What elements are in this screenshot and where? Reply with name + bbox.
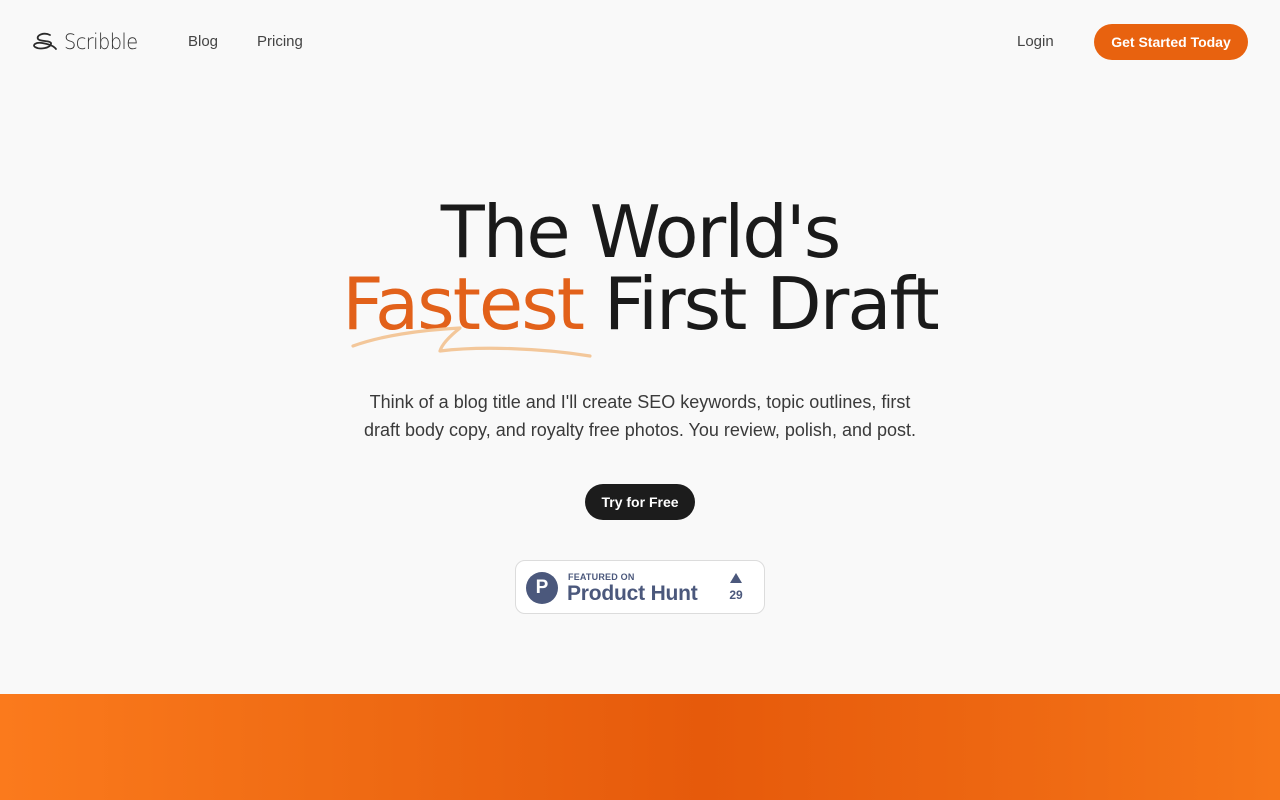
hero-subtitle-line2: draft body copy, and royalty free photos…	[363, 420, 916, 440]
product-hunt-featured-label: FEATURED ON	[568, 572, 635, 582]
hero-title-line2: Fastest First Draft	[0, 268, 1280, 340]
product-hunt-logo-icon: P	[526, 572, 558, 604]
login-link[interactable]: Login	[1017, 33, 1054, 51]
logo-text: Scribble	[64, 30, 138, 54]
logo-link[interactable]: Scribble	[32, 28, 144, 56]
product-hunt-name: Product Hunt	[567, 582, 698, 605]
orange-feature-band	[0, 694, 1280, 800]
try-for-free-button[interactable]: Try for Free	[585, 484, 695, 520]
hero-title-line1: The World's	[440, 190, 841, 274]
hero-subtitle: Think of a blog title and I'll create SE…	[340, 388, 940, 444]
hero-title-rest: First Draft	[603, 262, 940, 346]
scribble-logo-icon	[33, 32, 57, 50]
top-navigation: Scribble Blog Pricing Login Get Started …	[0, 0, 1280, 84]
squiggle-underline	[351, 326, 592, 358]
product-hunt-badge[interactable]: P FEATURED ON Product Hunt 29	[515, 560, 765, 614]
nav-link-pricing[interactable]: Pricing	[257, 33, 303, 51]
upvote-triangle-icon	[730, 573, 742, 583]
hero-subtitle-line1: Think of a blog title and I'll create SE…	[369, 392, 911, 412]
get-started-button[interactable]: Get Started Today	[1094, 24, 1248, 60]
hero-title: The World's Fastest First Draft	[0, 196, 1280, 340]
nav-link-blog[interactable]: Blog	[188, 33, 218, 51]
product-hunt-upvote-count: 29	[729, 588, 743, 602]
